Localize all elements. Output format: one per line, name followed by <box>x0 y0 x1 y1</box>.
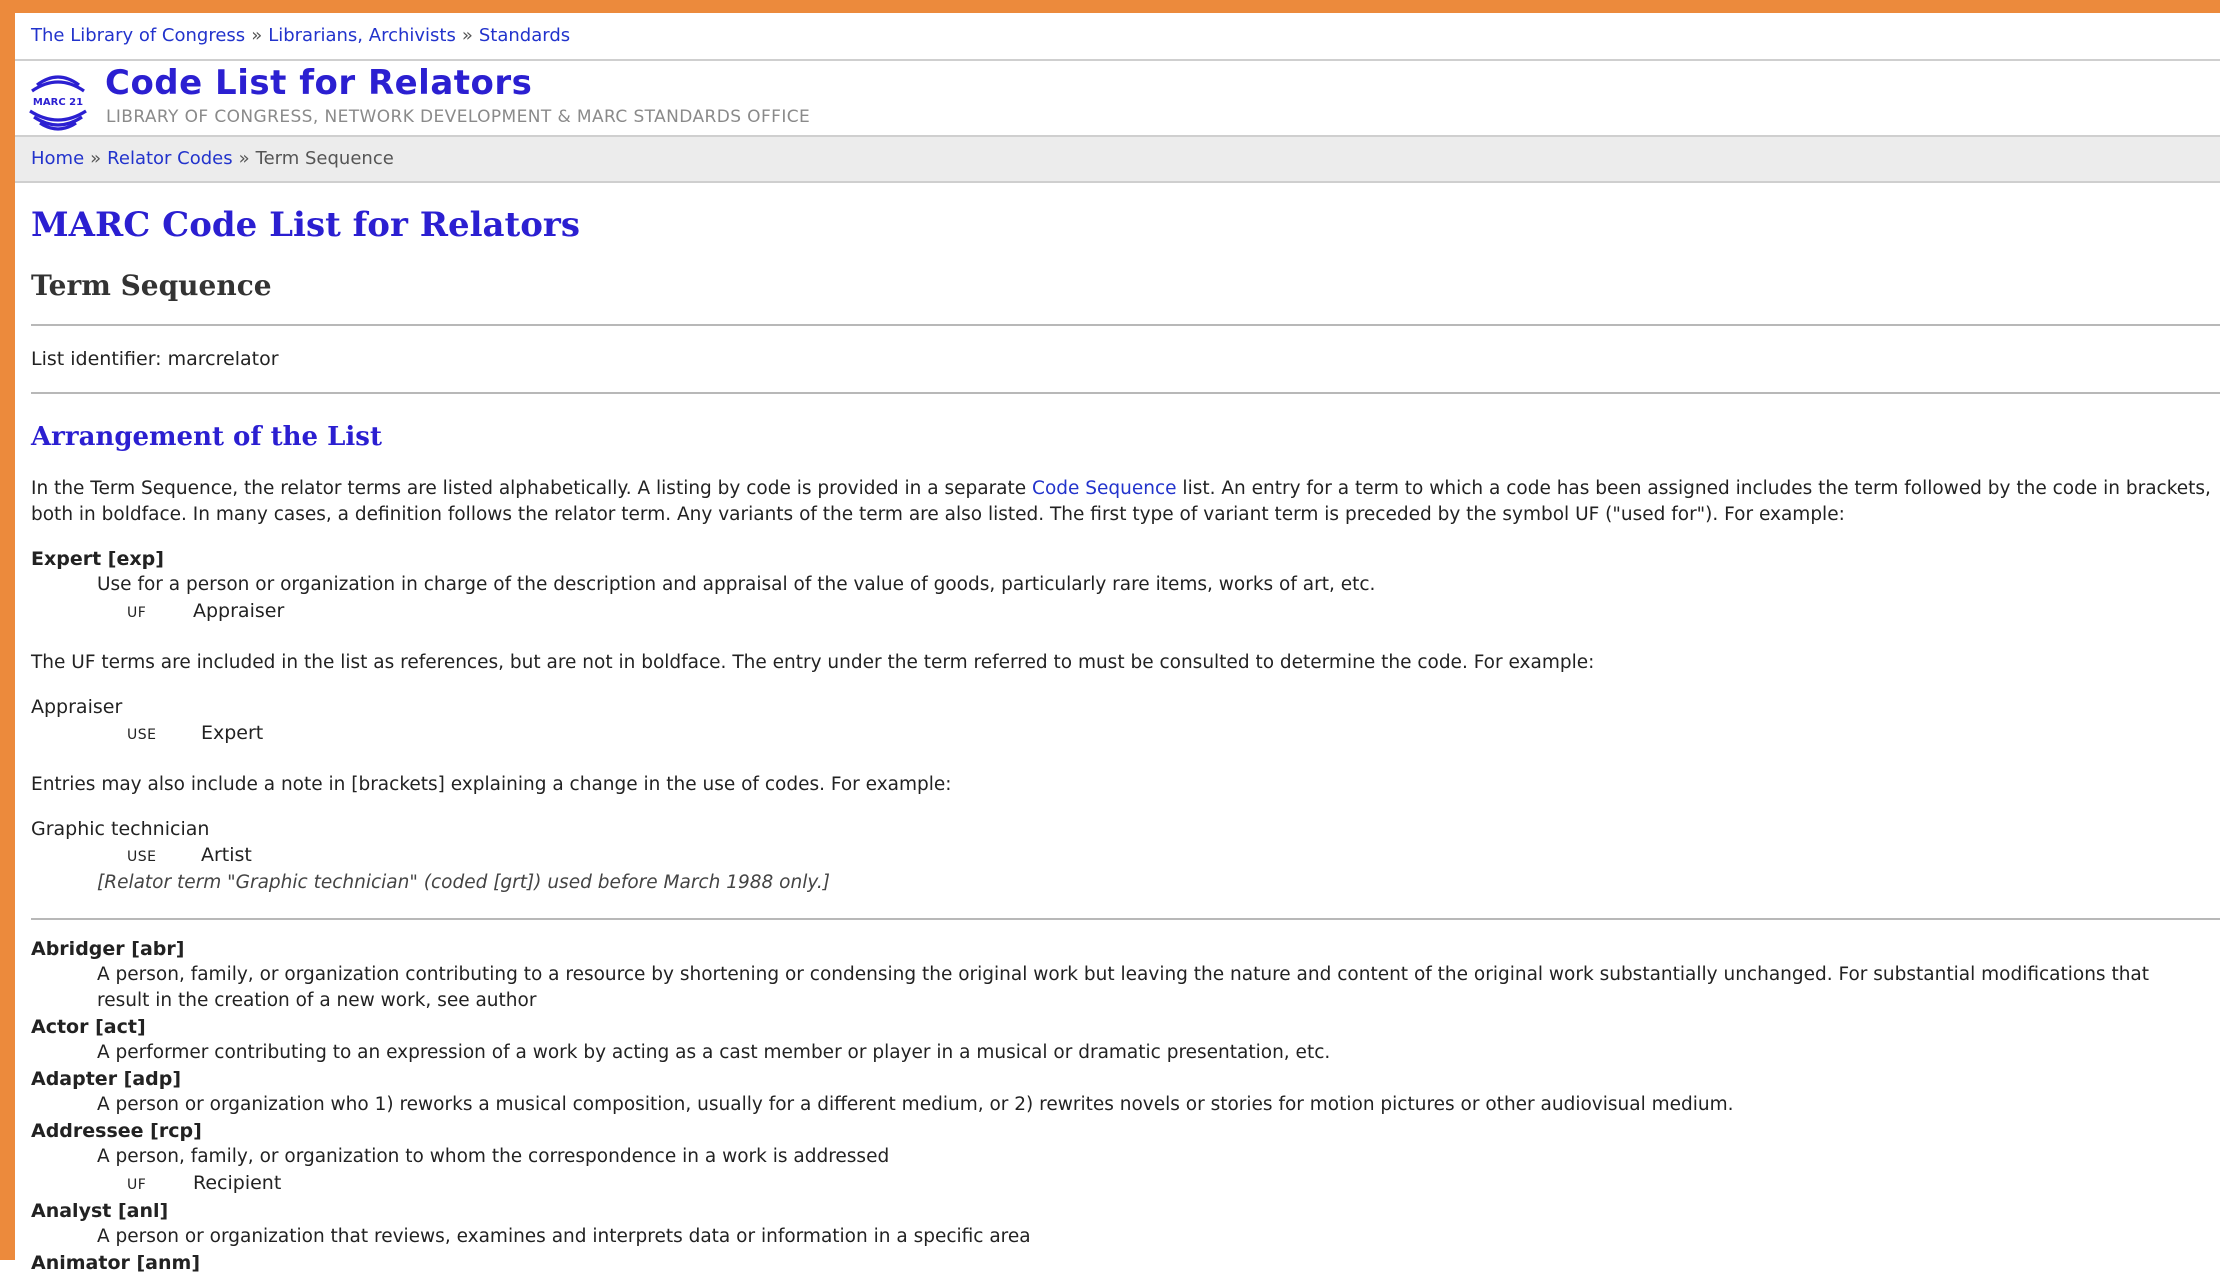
entry-note: [Relator term "Graphic technician" (code… <box>97 872 830 893</box>
intro-text: In the Term Sequence, the relator terms … <box>31 478 1033 499</box>
entry-term: Animator [anm] <box>31 1252 200 1274</box>
entry-definition: Use for a person or organization in char… <box>97 574 1376 595</box>
masthead: MARC 21 Code List for Relators LIBRARY O… <box>15 61 2220 137</box>
use-value: Artist <box>201 844 252 866</box>
breadcrumb-link-home[interactable]: Home <box>31 148 84 169</box>
logo-text: MARC 21 <box>33 97 83 108</box>
use-label: USE <box>127 849 157 865</box>
breadcrumb-current: Term Sequence <box>255 148 394 169</box>
entry-term: Abridger [abr] <box>31 938 185 960</box>
divider <box>31 392 2220 394</box>
entry-definition: A person, family, or organization contri… <box>97 964 2150 1011</box>
uf-label: UF <box>127 605 147 621</box>
uf-value: Recipient <box>193 1172 282 1194</box>
breadcrumb-separator: » <box>90 148 102 169</box>
marc21-logo-icon[interactable]: MARC 21 <box>25 67 91 133</box>
entry-definition: A person or organization who 1) reworks … <box>97 1094 1734 1115</box>
section-heading-arrangement: Arrangement of the List <box>31 422 382 452</box>
code-sequence-link[interactable]: Code Sequence <box>1032 478 1177 499</box>
entry-definition: A person or organization that reviews, e… <box>97 1226 1031 1247</box>
breadcrumb-link-relator-codes[interactable]: Relator Codes <box>107 148 232 169</box>
entry-term: Appraiser <box>31 696 123 718</box>
example-entry: Graphic technician USE Artist [Relator te… <box>31 816 2220 896</box>
page-subtitle: Term Sequence <box>31 269 272 302</box>
brackets-paragraph: Entries may also include a note in [brac… <box>31 774 952 795</box>
site-title[interactable]: Code List for Relators <box>105 63 532 103</box>
entry-term: Actor [act] <box>31 1016 146 1038</box>
breadcrumb-link-library-of-congress[interactable]: The Library of Congress <box>31 25 245 46</box>
entry-term: Graphic technician <box>31 818 210 840</box>
entry-uf-reference: UF Appraiser <box>31 598 2220 626</box>
divider <box>31 324 2220 326</box>
entry-term: Expert [exp] <box>31 548 164 570</box>
entry-use-reference: USE Artist <box>31 842 2220 870</box>
breadcrumb-separator: » <box>251 25 263 46</box>
breadcrumb-separator: » <box>238 148 250 169</box>
entry-definition: A person, family, or organization to who… <box>97 1146 890 1167</box>
use-value: Expert <box>201 722 264 744</box>
page-title: MARC Code List for Relators <box>31 205 580 245</box>
main-content: MARC Code List for Relators Term Sequenc… <box>15 205 2220 1276</box>
example-entry: Expert [exp] Use for a person or organiz… <box>31 546 2220 626</box>
breadcrumb-link-standards[interactable]: Standards <box>479 25 570 46</box>
entry-term: Addressee [rcp] <box>31 1120 202 1142</box>
term-list: Abridger [abr] A person, family, or orga… <box>31 936 2220 1276</box>
entry-definition: A performer contributing to an expressio… <box>97 1042 1331 1063</box>
window-frame-top <box>0 0 2220 13</box>
top-breadcrumb: The Library of Congress » Librarians, Arch… <box>15 13 2220 61</box>
uf-paragraph: The UF terms are included in the list as… <box>31 652 1595 673</box>
intro-paragraph: In the Term Sequence, the relator terms … <box>31 476 2211 528</box>
uf-value: Appraiser <box>193 600 285 622</box>
breadcrumb-separator: » <box>461 25 473 46</box>
entry-term: Analyst [anl] <box>31 1200 169 1222</box>
list-identifier: List identifier: marcrelator <box>31 348 279 370</box>
use-label: USE <box>127 727 157 743</box>
example-entry: Appraiser USE Expert <box>31 694 2220 748</box>
entry-use-reference: USE Expert <box>31 720 2220 748</box>
page: The Library of Congress» Librarians, Arch… <box>15 13 2220 1274</box>
entry-uf-reference: UF Recipient <box>31 1170 2220 1198</box>
breadcrumb-link-librarians-archivists[interactable]: Librarians, Archivists <box>268 25 456 46</box>
breadcrumb: Home» Relator Codes» Term Sequence <box>15 137 2220 183</box>
divider <box>31 918 2220 920</box>
entry-term: Adapter [adp] <box>31 1068 182 1090</box>
uf-label: UF <box>127 1177 147 1193</box>
window-frame-left <box>0 0 15 1260</box>
site-subtitle: LIBRARY OF CONGRESS, NETWORK DEVELOPMENT… <box>106 107 811 127</box>
